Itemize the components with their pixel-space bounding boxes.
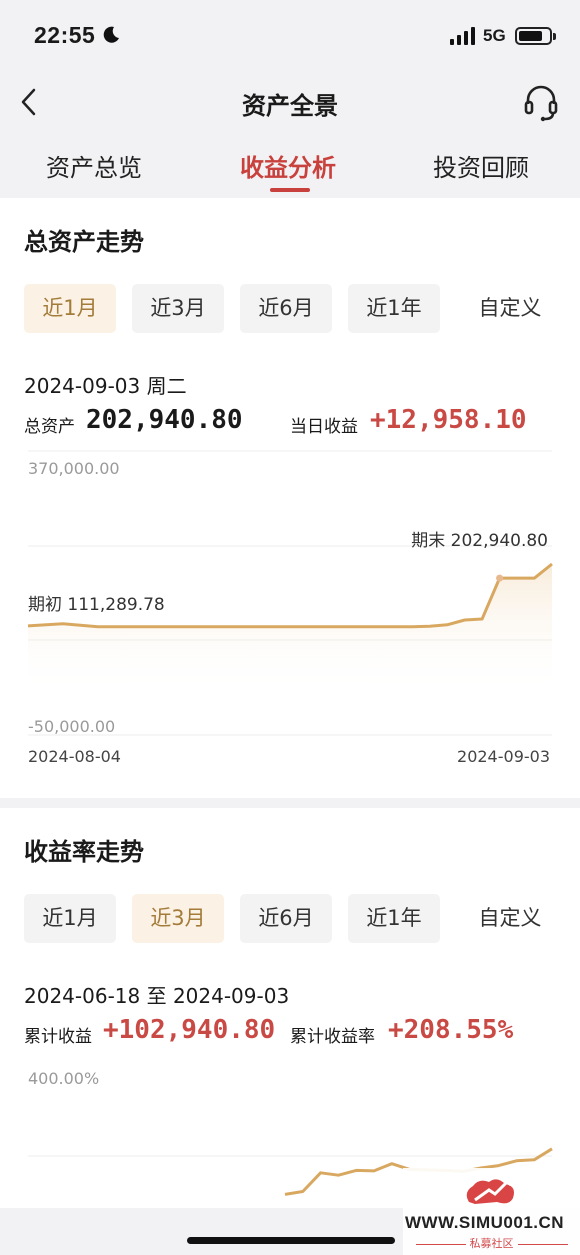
- moon-icon: [103, 26, 119, 43]
- cum-rate-value: +208.55%: [388, 1015, 514, 1045]
- return-period-custom[interactable]: 自定义: [460, 894, 560, 943]
- total-asset-label: 总资产: [24, 417, 75, 437]
- return-trend-card: 收益率走势 近1月 近3月 近6月 近1年 自定义 2024-06-18 至 2…: [0, 808, 580, 1208]
- watermark-sub: 私募社区: [403, 1235, 580, 1251]
- nav-bar: 资产全景: [0, 72, 580, 134]
- asset-period-1m[interactable]: 近1月: [24, 284, 116, 333]
- network-type: 5G: [483, 26, 506, 45]
- asset-highlight-point: [496, 574, 504, 582]
- tab-investment-review[interactable]: 投资回顾: [433, 148, 529, 183]
- tab-income-analysis[interactable]: 收益分析: [240, 148, 336, 183]
- y-tick-top: 370,000.00: [28, 459, 120, 478]
- asset-period-custom[interactable]: 自定义: [460, 284, 560, 333]
- active-tab-indicator: [270, 188, 310, 192]
- x-tick-start: 2024-08-04: [28, 747, 121, 766]
- return-period-1m[interactable]: 近1月: [24, 894, 116, 943]
- y-tick-top: 400.00%: [28, 1069, 99, 1088]
- cum-income-value: +102,940.80: [103, 1015, 276, 1045]
- customer-service-headset-icon[interactable]: [523, 84, 559, 122]
- end-annotation: 期末 202,940.80: [411, 531, 548, 551]
- signal-icon: [450, 27, 475, 45]
- return-period-6m[interactable]: 近6月: [240, 894, 332, 943]
- page-title: 资产全景: [242, 92, 338, 120]
- return-period-1y[interactable]: 近1年: [348, 894, 440, 943]
- total-asset-value: 202,940.80: [86, 405, 243, 435]
- start-annotation: 期初 111,289.78: [28, 595, 165, 615]
- asset-period-1y[interactable]: 近1年: [348, 284, 440, 333]
- battery-icon: [515, 27, 556, 45]
- cum-income-label: 累计收益: [24, 1027, 92, 1047]
- tab-asset-overview[interactable]: 资产总览: [46, 148, 142, 183]
- asset-period-3m[interactable]: 近3月: [132, 284, 224, 333]
- cum-rate-label: 累计收益率: [290, 1027, 375, 1047]
- watermark-site: WWW.SIMU001.CN: [405, 1213, 565, 1232]
- tab-bar: 资产总览 收益分析 投资回顾: [0, 134, 580, 198]
- asset-area-fill: [28, 564, 552, 695]
- status-bar: 22:55 5G: [0, 0, 580, 72]
- asset-period-6m[interactable]: 近6月: [240, 284, 332, 333]
- home-indicator[interactable]: [187, 1237, 395, 1244]
- x-tick-end: 2024-09-03: [457, 747, 550, 766]
- asset-trend-title: 总资产走势: [24, 228, 144, 256]
- daily-income-label: 当日收益: [290, 417, 358, 437]
- return-date-range: 2024-06-18 至 2024-09-03: [24, 984, 290, 1008]
- status-time: 22:55: [34, 22, 96, 48]
- y-tick-bottom: -50,000.00: [28, 717, 115, 736]
- return-period-3m[interactable]: 近3月: [132, 894, 224, 943]
- daily-income-value: +12,958.10: [370, 405, 527, 435]
- simu-logo-icon: [466, 1176, 514, 1204]
- watermark: WWW.SIMU001.CN 私募社区: [403, 1168, 580, 1255]
- asset-trend-card: 总资产走势 近1月 近3月 近6月 近1年 自定义 2024-09-03 周二 …: [0, 198, 580, 798]
- asset-date: 2024-09-03 周二: [24, 374, 187, 398]
- asset-trend-chart[interactable]: 370,000.00 -50,000.00 期初 111,289.78 期末 2…: [0, 448, 580, 778]
- return-trend-title: 收益率走势: [24, 838, 144, 866]
